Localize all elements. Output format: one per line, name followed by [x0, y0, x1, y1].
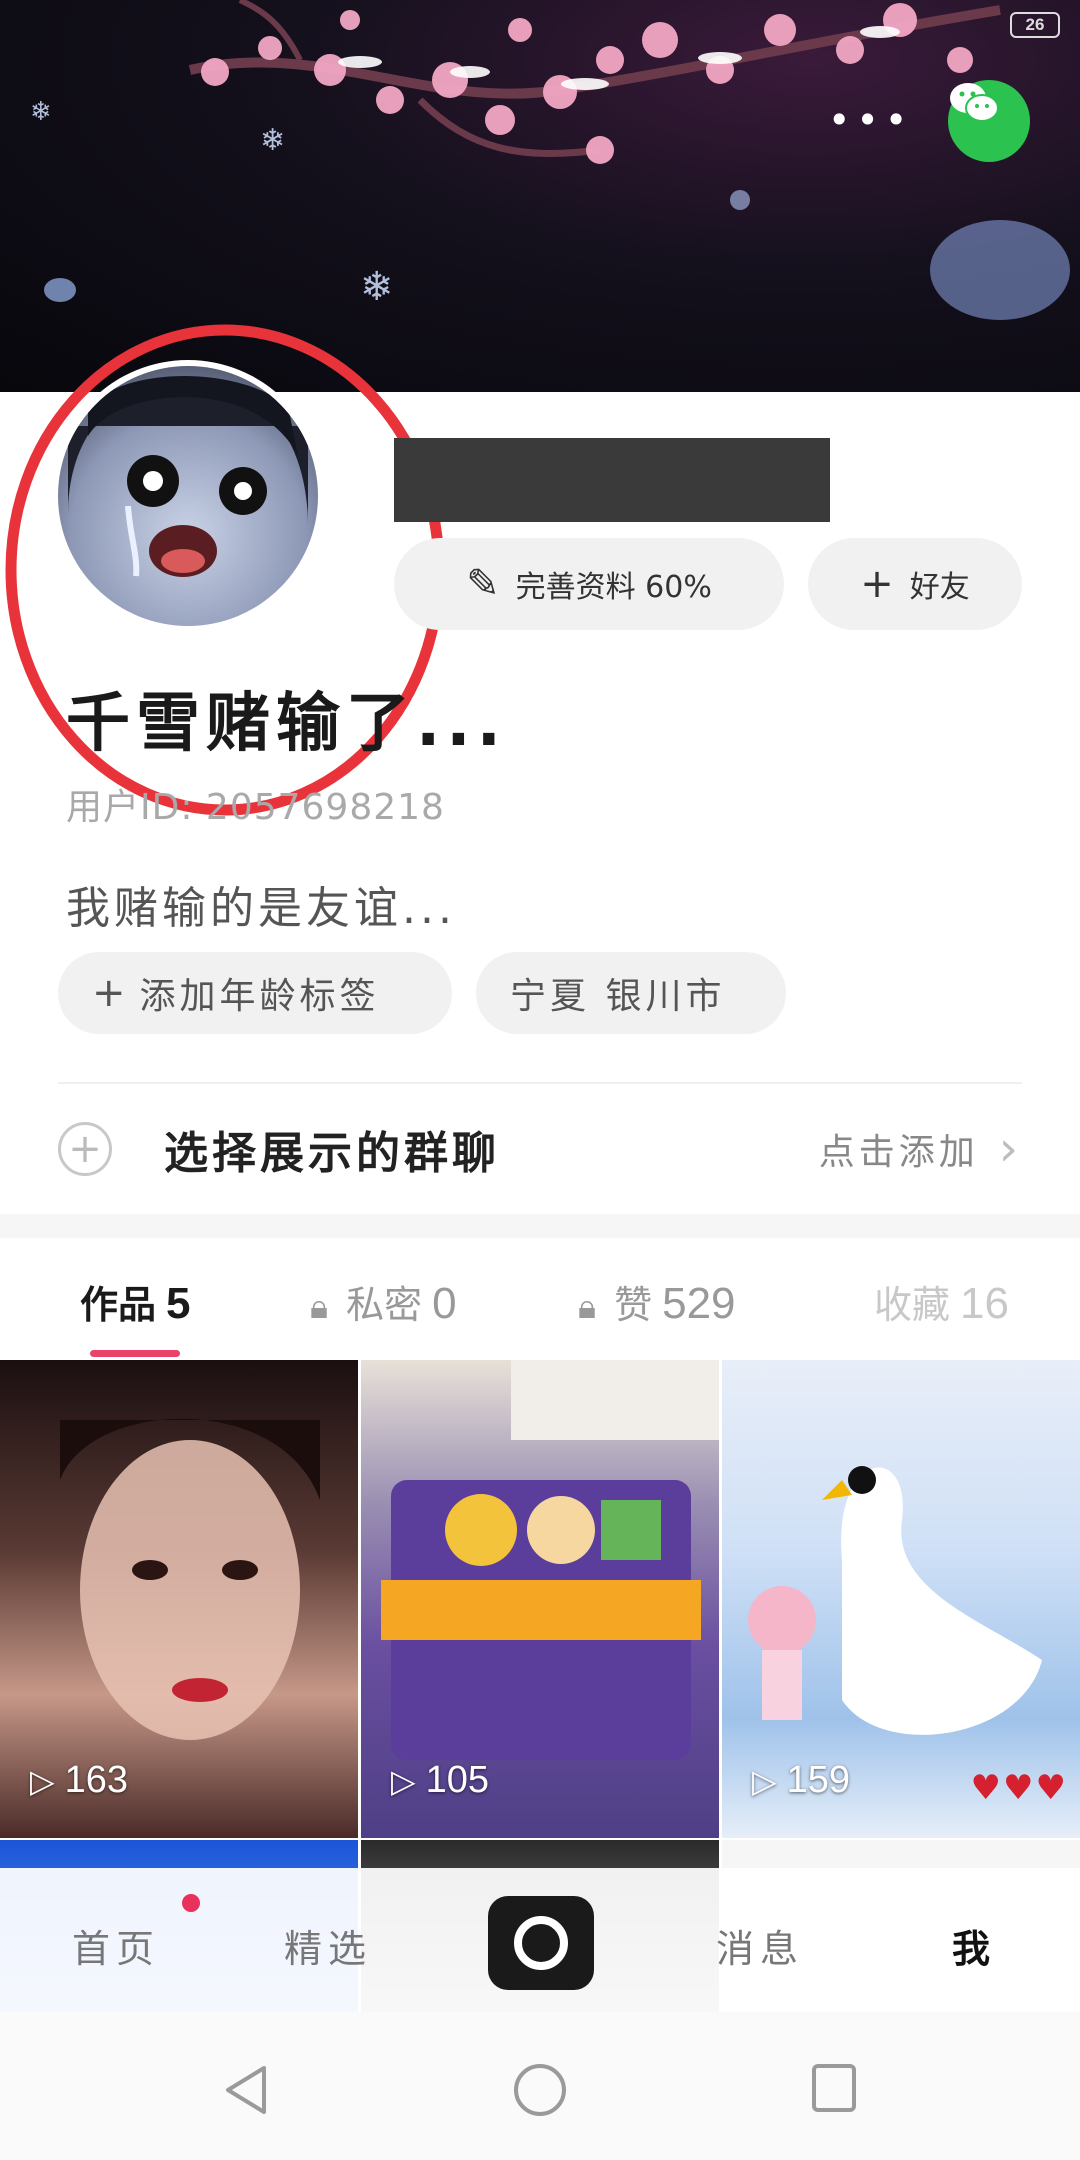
video-thumbnail[interactable]: ▷ 105	[361, 1360, 719, 1838]
plum-blossom-illustration: ❄ ❄ ❄	[30, 0, 1070, 320]
tab-label: 私密	[346, 1283, 423, 1327]
group-chat-row[interactable]: + 选择展示的群聊 点击添加 ›	[58, 1104, 1022, 1194]
tab-works[interactable]: 作品 5	[80, 1274, 191, 1329]
view-count: ▷ 163	[30, 1759, 128, 1802]
profile-cover-image[interactable]: ❄ ❄ ❄ 26 •••	[0, 0, 1080, 392]
more-options-icon[interactable]: •••	[828, 101, 913, 139]
tab-private[interactable]: 🔒︎ 私密 0	[310, 1274, 457, 1329]
svg-text:❄: ❄	[30, 97, 52, 127]
edit-icon: ✎	[466, 561, 500, 607]
recents-icon[interactable]	[810, 2062, 858, 2114]
tab-label: 作品	[80, 1283, 157, 1327]
active-tab-indicator	[90, 1350, 180, 1357]
view-count-value: 105	[425, 1759, 490, 1801]
plus-icon: +	[860, 561, 894, 607]
view-count-value: 163	[64, 1759, 129, 1801]
view-count: ▷ 105	[391, 1759, 489, 1802]
bottom-navigation: 首页 精选 消息 我	[0, 1868, 1080, 2012]
lock-icon: 🔒︎	[310, 1287, 329, 1327]
location-tag[interactable]: 宁夏 银川市	[476, 952, 786, 1034]
hearts-decoration: ♥♥♥	[970, 1768, 1068, 1808]
complete-profile-button[interactable]: ✎ 完善资料 60%	[394, 538, 784, 630]
nav-featured[interactable]: 精选	[284, 1918, 372, 1973]
group-chat-add-link[interactable]: 点击添加 ›	[819, 1121, 1022, 1177]
avatar-image	[58, 366, 318, 626]
tab-count: 0	[432, 1279, 457, 1328]
divider	[58, 1082, 1022, 1084]
tab-favorites[interactable]: 收藏 16	[874, 1274, 1009, 1329]
add-age-tag-button[interactable]: + 添加年龄标签	[58, 952, 452, 1034]
group-chat-label: 选择展示的群聊	[164, 1128, 500, 1179]
svg-text:❄: ❄	[360, 264, 394, 310]
play-icon: ▷	[30, 1762, 55, 1799]
add-circle-icon: +	[58, 1122, 112, 1176]
add-friend-button[interactable]: + 好友	[808, 538, 1022, 630]
group-chat-action-label: 点击添加	[818, 1132, 979, 1173]
home-circle-icon[interactable]	[512, 2062, 568, 2118]
play-icon: ▷	[391, 1762, 416, 1799]
tab-likes[interactable]: 🔒︎ 赞 529	[578, 1274, 736, 1329]
redacted-name-block	[394, 438, 830, 522]
notification-dot	[182, 1894, 200, 1912]
avatar[interactable]	[52, 360, 324, 632]
battery-indicator: 26	[1010, 12, 1060, 38]
nav-me[interactable]: 我	[952, 1918, 996, 1973]
record-button[interactable]	[488, 1896, 594, 1990]
tab-label: 收藏	[874, 1283, 951, 1327]
view-count-value: 159	[786, 1759, 851, 1801]
tab-label: 赞	[614, 1283, 653, 1327]
video-thumbnail[interactable]: ▷ 163	[0, 1360, 358, 1838]
view-count: ▷ 159	[752, 1759, 850, 1802]
lock-icon: 🔒︎	[578, 1287, 597, 1327]
plus-icon: +	[92, 970, 130, 1016]
tab-count: 16	[960, 1279, 1009, 1328]
play-icon: ▷	[752, 1762, 777, 1799]
system-navigation-bar	[0, 2012, 1080, 2160]
chevron-right-icon: ›	[998, 1121, 1022, 1177]
profile-tabs: 作品 5 🔒︎ 私密 0 🔒︎ 赞 529 收藏 16	[0, 1238, 1080, 1360]
tab-count: 529	[662, 1279, 736, 1328]
nav-home[interactable]: 首页	[72, 1918, 160, 1973]
tab-count: 5	[166, 1279, 191, 1328]
user-id[interactable]: 用户ID: 2057698218	[66, 778, 445, 830]
tag-label: 宁夏 银川市	[510, 976, 726, 1017]
back-icon[interactable]	[220, 2062, 270, 2118]
video-thumbnail[interactable]: ▷ 159 ♥♥♥	[722, 1360, 1080, 1838]
profile-nickname: 千雪赌输了...	[66, 687, 507, 761]
add-friend-label: 好友	[909, 570, 970, 605]
svg-text:❄: ❄	[260, 123, 285, 158]
wechat-share-button[interactable]	[948, 80, 1030, 162]
camera-shutter-icon	[514, 1916, 568, 1970]
nav-messages[interactable]: 消息	[716, 1918, 804, 1973]
section-separator	[0, 1214, 1080, 1238]
wechat-icon	[950, 83, 999, 122]
tag-label: 添加年龄标签	[139, 976, 380, 1017]
profile-bio[interactable]: 我赌输的是友谊...	[66, 872, 456, 936]
complete-profile-label: 完善资料 60%	[515, 570, 712, 605]
